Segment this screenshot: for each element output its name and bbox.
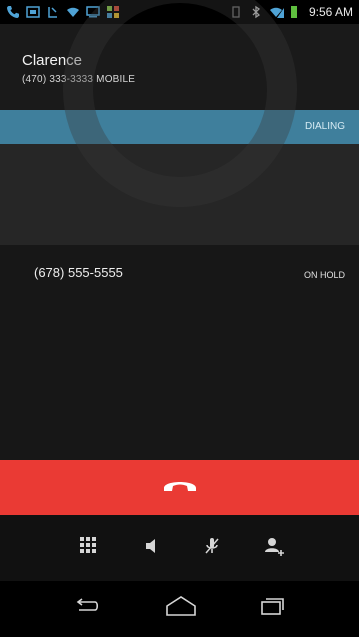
image-icon: [26, 5, 40, 19]
held-call-number: (678) 555-5555: [34, 265, 123, 280]
call-status-label: DIALING: [304, 121, 345, 132]
download-icon: [46, 5, 60, 19]
mute-button[interactable]: [197, 533, 227, 563]
mute-icon: [204, 536, 220, 561]
add-call-icon: [263, 535, 285, 562]
navigation-bar: [0, 581, 359, 637]
back-button[interactable]: [70, 595, 104, 621]
status-icons-left: [6, 5, 120, 19]
home-icon: [165, 595, 197, 622]
speaker-button[interactable]: [137, 533, 167, 563]
bluetooth-icon: [249, 5, 263, 19]
recents-button[interactable]: [255, 595, 289, 621]
contact-number: (470) 333-3333 MOBILE: [22, 74, 136, 85]
status-bar: 9:56 AM: [0, 0, 359, 24]
back-icon: [73, 597, 101, 619]
vibrate-icon: [229, 5, 243, 19]
held-call-status: ON HOLD: [303, 270, 345, 280]
speaker-icon: [144, 537, 160, 560]
dialing-bar: DIALING: [0, 110, 359, 144]
screen-icon: [86, 5, 100, 19]
status-time: 9:56 AM: [308, 5, 353, 19]
call-controls: [0, 515, 359, 581]
dialpad-button[interactable]: [73, 533, 103, 563]
add-call-button[interactable]: [259, 533, 289, 563]
status-icons-right: 9:56 AM: [229, 5, 353, 19]
caller-photo-area: [0, 144, 359, 252]
signal-icon: [269, 5, 284, 19]
grid-icon: [106, 5, 120, 19]
battery-icon: [289, 5, 303, 19]
wifi-icon: [66, 5, 80, 19]
home-button[interactable]: [164, 595, 198, 621]
end-call-icon: [162, 476, 198, 499]
end-call-button[interactable]: [0, 460, 359, 515]
recents-icon: [258, 596, 286, 621]
contact-name: Clarence: [22, 52, 83, 69]
dialpad-icon: [79, 536, 97, 561]
phone-icon: [6, 5, 20, 19]
